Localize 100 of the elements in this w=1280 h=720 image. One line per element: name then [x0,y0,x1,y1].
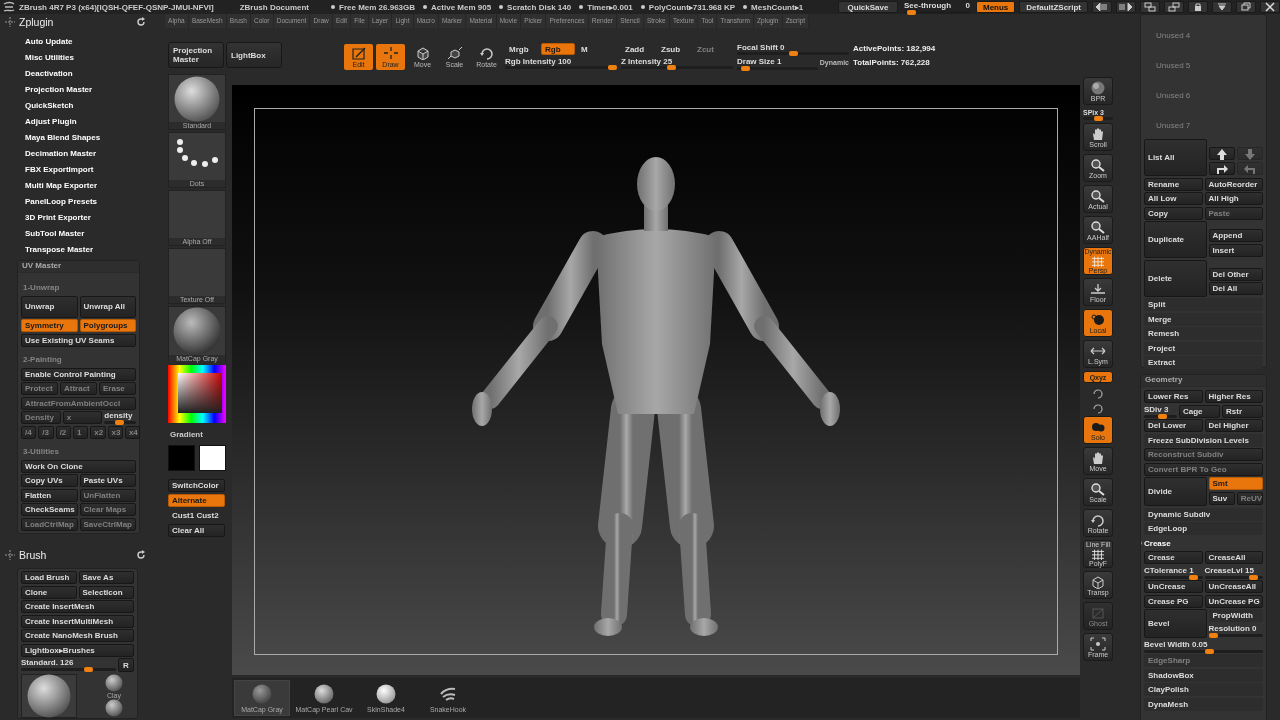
slider[interactable]: density [104,411,136,424]
plugin-menu-item[interactable]: Transpose Master [0,242,160,258]
menu-row-button[interactable]: Freeze SubDivision Levels [1144,433,1263,447]
panel-button[interactable]: SelectIcon [78,585,134,599]
panel-button[interactable]: Smt [1208,477,1263,490]
panel-button[interactable]: Create InsertMultiMesh [21,614,134,628]
panel-button[interactable]: All High [1204,192,1263,205]
panel-button[interactable]: Crease PG [1144,594,1203,608]
panel-button[interactable]: Cage [1179,404,1220,418]
panel-button[interactable]: Save As [78,571,134,584]
panel-button[interactable]: Bevel [1144,609,1207,638]
panel-button[interactable]: Load Brush [21,571,77,584]
menu-row-button[interactable]: Merge [1144,312,1263,326]
toggle-button[interactable]: Rgb [541,43,575,55]
panel-button[interactable]: Work On Clone [21,459,136,473]
slider[interactable]: Resolution 0 [1208,623,1263,637]
plugin-menu-item[interactable]: Auto Update [0,34,160,50]
panel-button[interactable]: CheckSeams [21,503,78,516]
slider[interactable]: CreaseLvl 15 [1204,565,1263,579]
panel-button[interactable]: Enable Control Painting [21,367,136,381]
panel-button[interactable]: Lower Res [1144,390,1203,403]
slider[interactable]: CTolerance 1 [1144,565,1203,579]
panel-button[interactable]: Copy [1144,206,1203,220]
panel-button[interactable]: Rename [1144,177,1203,191]
panel-button[interactable]: Polygroups [79,319,136,332]
subpalette-title[interactable]: UV Master [18,261,139,273]
toggle-button[interactable]: Zadd [621,43,655,55]
panel-button[interactable]: Unwrap All [79,295,136,318]
panel-button[interactable]: Suv [1208,491,1235,505]
toggle-button[interactable]: Zsub [657,43,691,55]
menu-row-button[interactable]: Extract [1144,356,1263,369]
menu-row-button[interactable]: ShadowBox [1144,668,1263,682]
panel-button[interactable]: Create NanoMesh Brush [21,629,134,642]
panel-button[interactable]: Insert [1208,243,1263,257]
slider[interactable]: Bevel Width 0.05 [1144,639,1263,653]
panel-button[interactable]: Higher Res [1204,390,1263,403]
color-button[interactable]: Clear All [168,524,225,537]
plugin-menu-item[interactable]: Maya Blend Shapes [0,130,160,146]
panel-button[interactable]: Del All [1208,282,1263,295]
plugin-menu-item[interactable]: PanelLoop Presets [0,194,160,210]
slider[interactable]: SDiv 3 [1144,404,1177,418]
plugin-menu-item[interactable]: Deactivation [0,66,160,82]
panel-button[interactable]: Crease [1144,551,1203,564]
panel-button[interactable]: Divide [1144,477,1207,506]
menu-row-button[interactable]: PropWidth [1208,609,1263,622]
plugin-menu-item[interactable]: SubTool Master [0,226,160,242]
plugin-menu-item[interactable]: FBX ExportImport [0,162,160,178]
subpalette-title[interactable]: Geometry [1141,375,1266,387]
panel-button[interactable]: UnCrease PG [1204,594,1263,608]
panel-button[interactable]: Del Other [1208,267,1263,281]
panel-button[interactable]: AutoReorder [1204,177,1263,191]
panel-button[interactable]: List All [1144,139,1207,176]
panel-button[interactable]: Copy UVs [21,474,78,487]
menu-row-button[interactable]: Project [1144,341,1263,355]
subtool-slot[interactable]: Unused 7 [1144,109,1263,139]
script-button[interactable]: DefaultZScript [1019,1,1088,13]
gradient-label[interactable]: Gradient [168,427,228,441]
panel-button[interactable]: Use Existing UV Seams [21,333,136,347]
panel-button[interactable]: Flatten [21,488,78,502]
slider[interactable]: Standard. 126 [21,658,116,671]
panel-button[interactable]: Paste UVs [79,474,136,487]
panel-button[interactable]: Unwrap [21,295,78,318]
panel-button[interactable]: Create InsertMesh [21,600,134,613]
color-button[interactable]: Alternate [168,494,225,507]
section-heading[interactable]: Crease [1144,538,1171,548]
menu-row-button[interactable]: Split [1144,298,1263,311]
panel-button[interactable]: All Low [1144,192,1203,205]
menu-row-button[interactable]: DynaMesh [1144,697,1263,711]
reset-button[interactable]: R [118,658,134,672]
menu-row-button[interactable]: EdgeLoop [1144,522,1263,535]
custom-colors-button[interactable]: Cust1 Cust2 [168,509,228,522]
panel-button[interactable]: CreaseAll [1204,551,1263,564]
plugin-menu-item[interactable]: QuickSketch [0,98,160,114]
slider[interactable]: Z Intensity 25 [621,57,733,69]
panel-button[interactable]: Rstr [1222,404,1263,418]
toolbar-button[interactable]: LightBox [226,42,282,68]
toolbar-button[interactable]: Projection Master [168,42,224,68]
panel-button[interactable]: Delete [1144,259,1207,297]
menu-row-button[interactable]: Remesh [1144,327,1263,340]
quicksave-button[interactable]: QuickSave [838,1,898,13]
color-button[interactable]: SwitchColor [168,479,225,492]
plugin-menu-item[interactable]: Adjust Plugin [0,114,160,130]
toggle-button[interactable]: M [577,43,611,55]
palette-title[interactable]: Brush [19,549,47,561]
see-through-slider[interactable]: See-through 0 [902,0,972,14]
plugin-menu-item[interactable]: Projection Master [0,82,160,98]
panel-button[interactable]: Append [1208,229,1263,242]
panel-button[interactable]: Symmetry [21,319,78,332]
subtool-slot[interactable]: Unused 6 [1144,79,1263,109]
panel-button[interactable]: Del Lower [1144,419,1203,432]
plugin-menu-item[interactable]: Misc Utilities [0,50,160,66]
panel-button[interactable]: Duplicate [1144,221,1207,258]
panel-button[interactable]: UnCrease [1144,580,1203,593]
palette-title[interactable]: Zplugin [19,16,54,28]
plugin-menu-item[interactable]: Decimation Master [0,146,160,162]
panel-button[interactable]: UnCreaseAll [1204,580,1263,593]
plugin-menu-item[interactable]: 3D Print Exporter [0,210,160,226]
subtool-slot[interactable]: Unused 5 [1144,49,1263,79]
subtool-slot[interactable]: Unused 4 [1144,19,1263,49]
toggle-button[interactable]: Mrgb [505,43,539,55]
